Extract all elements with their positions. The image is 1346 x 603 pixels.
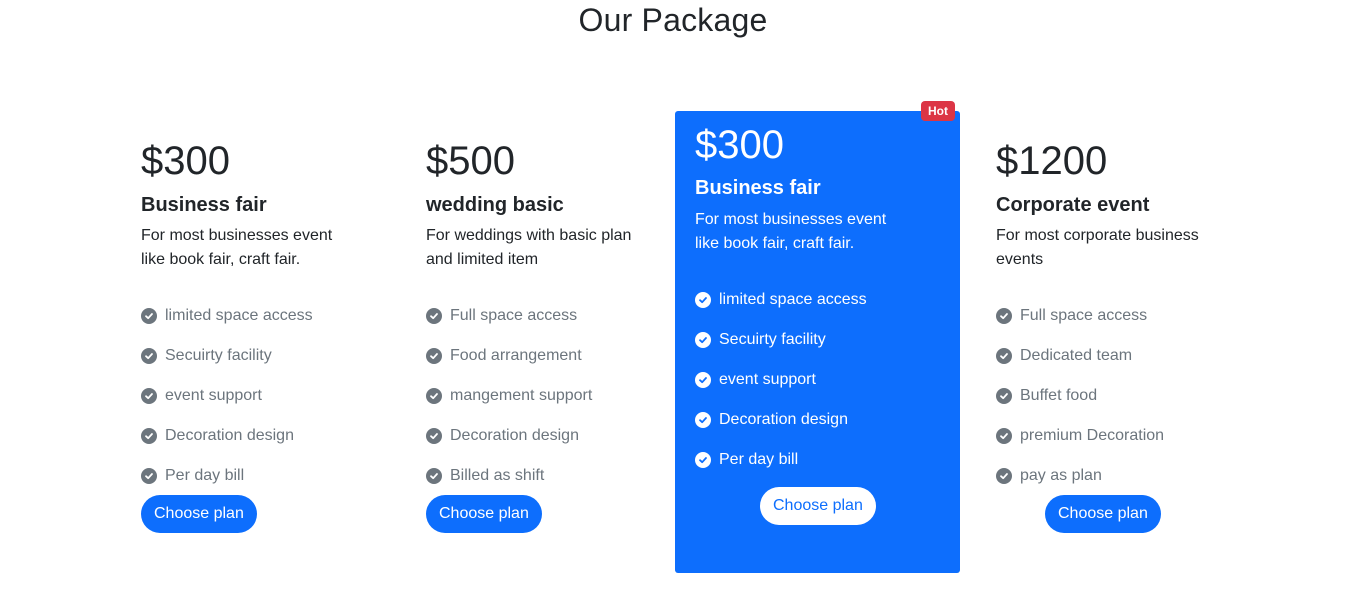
- plan-name: Business fair: [695, 177, 821, 199]
- feature-item: Per day bill: [695, 440, 867, 480]
- pricing-card-corporate-event: $1200 Corporate event For most corporate…: [996, 111, 1246, 573]
- page-title: Our Package: [578, 2, 768, 38]
- feature-item: Secuirty facility: [695, 320, 867, 360]
- check-circle-icon: [996, 308, 1012, 324]
- feature-label: Full space access: [450, 307, 578, 324]
- feature-item: Buffet food: [996, 376, 1164, 416]
- plan-price: $1200: [996, 139, 1108, 183]
- feature-label: Decoration design: [719, 411, 848, 428]
- feature-item: event support: [695, 360, 867, 400]
- plan-price: $300: [695, 123, 784, 167]
- plan-price: $500: [426, 139, 515, 183]
- feature-item: Decoration design: [426, 416, 592, 456]
- check-circle-icon: [695, 292, 711, 308]
- feature-label: pay as plan: [1020, 467, 1102, 484]
- plan-description: For weddings with basic plan and limited…: [426, 227, 632, 268]
- feature-item: Food arrangement: [426, 336, 592, 376]
- check-circle-icon: [426, 388, 442, 404]
- pricing-card-business-fair: $300 Business fair For most businesses e…: [141, 111, 391, 573]
- pricing-card-wedding-basic: $500 wedding basic For weddings with bas…: [426, 111, 676, 573]
- plan-description: For most businesses event like book fair…: [695, 211, 887, 252]
- check-circle-icon: [996, 348, 1012, 364]
- feature-item: mangement support: [426, 376, 592, 416]
- plan-name: Business fair: [141, 194, 267, 216]
- choose-plan-button[interactable]: Choose plan: [141, 495, 257, 533]
- feature-item: Secuirty facility: [141, 336, 313, 376]
- feature-label: Buffet food: [1020, 387, 1098, 404]
- plan-description: For most corporate business events: [996, 227, 1199, 268]
- check-circle-icon: [996, 428, 1012, 444]
- feature-item: Billed as shift: [426, 456, 592, 496]
- feature-label: limited space access: [719, 291, 867, 308]
- feature-item: pay as plan: [996, 456, 1164, 496]
- plan-price: $300: [141, 139, 230, 183]
- plan-name: Corporate event: [996, 194, 1150, 216]
- feature-label: Per day bill: [165, 467, 245, 484]
- feature-item: Full space access: [996, 296, 1164, 336]
- feature-list: limited space access Secuirty facility e…: [141, 296, 313, 496]
- feature-label: limited space access: [165, 307, 313, 324]
- check-circle-icon: [141, 308, 157, 324]
- check-circle-icon: [426, 348, 442, 364]
- feature-item: limited space access: [141, 296, 313, 336]
- feature-list: Full space access Food arrangement mange…: [426, 296, 592, 496]
- check-circle-icon: [996, 468, 1012, 484]
- feature-label: Secuirty facility: [719, 331, 826, 348]
- feature-label: event support: [165, 387, 262, 404]
- feature-item: Dedicated team: [996, 336, 1164, 376]
- feature-list: Full space access Dedicated team Buffet …: [996, 296, 1164, 496]
- feature-item: Per day bill: [141, 456, 313, 496]
- plan-description: For most businesses event like book fair…: [141, 227, 333, 268]
- feature-label: Full space access: [1020, 307, 1148, 324]
- check-circle-icon: [426, 428, 442, 444]
- feature-label: Food arrangement: [450, 347, 582, 364]
- choose-plan-button[interactable]: Choose plan: [1045, 495, 1161, 533]
- check-circle-icon: [695, 412, 711, 428]
- check-circle-icon: [695, 452, 711, 468]
- check-circle-icon: [141, 428, 157, 444]
- feature-item: limited space access: [695, 280, 867, 320]
- plan-name: wedding basic: [426, 194, 564, 216]
- check-circle-icon: [695, 332, 711, 348]
- hot-badge: Hot: [921, 101, 955, 121]
- choose-plan-button[interactable]: Choose plan: [760, 487, 876, 525]
- feature-label: event support: [719, 371, 816, 388]
- check-circle-icon: [996, 388, 1012, 404]
- check-circle-icon: [426, 468, 442, 484]
- check-circle-icon: [695, 372, 711, 388]
- feature-label: Per day bill: [719, 451, 799, 468]
- feature-item: event support: [141, 376, 313, 416]
- check-circle-icon: [141, 348, 157, 364]
- choose-plan-button[interactable]: Choose plan: [426, 495, 542, 533]
- feature-label: Decoration design: [165, 427, 294, 444]
- feature-label: premium Decoration: [1020, 427, 1165, 444]
- feature-item: Full space access: [426, 296, 592, 336]
- pricing-card-featured: Hot $300 Business fair For most business…: [675, 101, 960, 573]
- feature-label: Dedicated team: [1020, 347, 1133, 364]
- feature-item: Decoration design: [141, 416, 313, 456]
- check-circle-icon: [141, 388, 157, 404]
- check-circle-icon: [141, 468, 157, 484]
- feature-label: Secuirty facility: [165, 347, 272, 364]
- feature-label: Decoration design: [450, 427, 579, 444]
- feature-item: premium Decoration: [996, 416, 1164, 456]
- feature-list: limited space access Secuirty facility e…: [695, 280, 867, 480]
- feature-label: Billed as shift: [450, 467, 545, 484]
- feature-label: mangement support: [450, 387, 593, 404]
- feature-item: Decoration design: [695, 400, 867, 440]
- check-circle-icon: [426, 308, 442, 324]
